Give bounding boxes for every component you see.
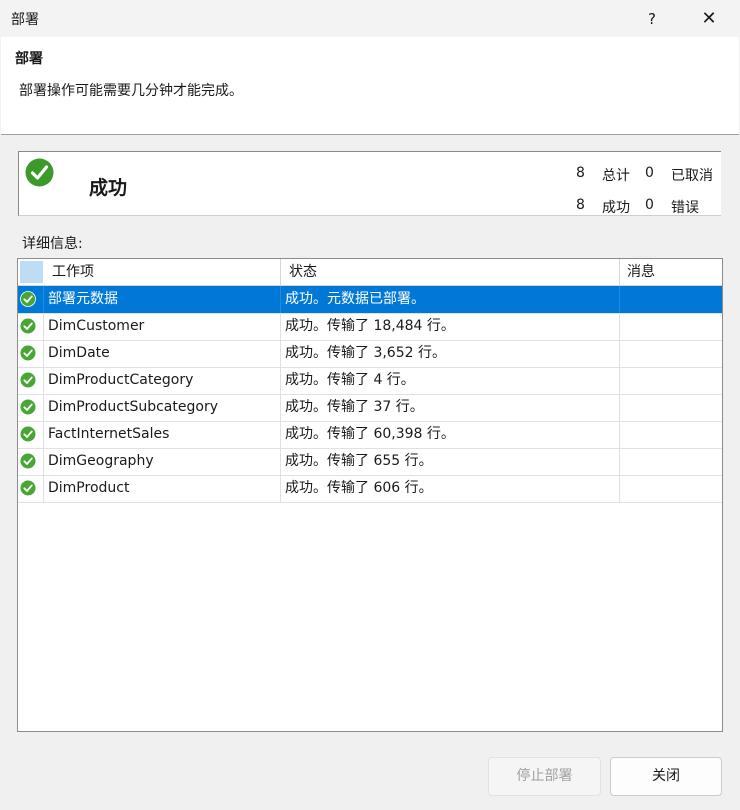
cell-status: 成功。传输了 606 行。 (285, 480, 433, 496)
cell-status: 成功。传输了 3,652 行。 (285, 345, 446, 361)
success-check-icon (20, 426, 36, 442)
details-label: 详细信息: (22, 236, 83, 252)
help-button[interactable]: ? (640, 6, 664, 32)
table-row[interactable]: DimProductCategory 成功。传输了 4 行。 (18, 367, 722, 395)
select-all-corner[interactable] (20, 261, 43, 283)
table-row[interactable]: DimProductSubcategory 成功。传输了 37 行。 (18, 394, 722, 422)
status-summary: 成功 8 总计 0 已取消 8 成功 0 错误 (18, 151, 721, 216)
cell-status: 成功。传输了 4 行。 (285, 372, 415, 388)
cell-status: 成功。传输了 655 行。 (285, 453, 433, 469)
cell-status: 成功。传输了 60,398 行。 (285, 426, 455, 442)
success-check-icon (20, 480, 36, 496)
cancelled-count: 0 (645, 165, 654, 181)
cell-status: 成功。传输了 18,484 行。 (285, 318, 455, 334)
cell-item: DimProductCategory (48, 372, 194, 388)
cell-item: DimCustomer (48, 318, 145, 334)
title-bar: 部署 ? ✕ (0, 0, 740, 37)
total-label: 总计 (602, 168, 630, 184)
error-count: 0 (645, 197, 654, 213)
success-check-icon (20, 399, 36, 415)
table-row[interactable]: DimCustomer 成功。传输了 18,484 行。 (18, 313, 722, 341)
header-panel: 部署 部署操作可能需要几分钟才能完成。 (1, 37, 739, 135)
success-check-icon (20, 453, 36, 469)
cell-status: 成功。元数据已部署。 (285, 291, 425, 307)
success-check-icon (20, 345, 36, 361)
table-row[interactable]: DimProduct 成功。传输了 606 行。 (18, 475, 722, 503)
stop-deploy-button[interactable]: 停止部署 (488, 757, 601, 796)
close-button[interactable]: 关闭 (610, 757, 722, 796)
success-check-icon (25, 158, 54, 187)
column-header-item[interactable]: 工作项 (52, 259, 94, 285)
cell-status: 成功。传输了 37 行。 (285, 399, 424, 415)
cell-item: DimGeography (48, 453, 154, 469)
header-description: 部署操作可能需要几分钟才能完成。 (19, 83, 243, 99)
success-check-icon (20, 291, 36, 307)
table-row[interactable]: DimDate 成功。传输了 3,652 行。 (18, 340, 722, 368)
table-row[interactable]: DimGeography 成功。传输了 655 行。 (18, 448, 722, 476)
cell-item: 部署元数据 (48, 291, 118, 307)
details-grid[interactable]: 工作项 状态 消息 部署元数据 成功。元数据已部署。 DimCustomer 成功。传… (17, 258, 723, 732)
success-check-icon (20, 372, 36, 388)
grid-header: 工作项 状态 消息 (18, 259, 722, 286)
cell-item: DimDate (48, 345, 110, 361)
success-count: 8 (576, 197, 585, 213)
close-window-button[interactable]: ✕ (696, 6, 722, 32)
error-label: 错误 (671, 200, 699, 216)
table-row[interactable]: 部署元数据 成功。元数据已部署。 (18, 286, 722, 314)
column-header-status[interactable]: 状态 (289, 259, 317, 285)
status-text: 成功 (89, 177, 128, 199)
success-check-icon (20, 318, 36, 334)
cell-item: FactInternetSales (48, 426, 170, 442)
header-title: 部署 (15, 51, 43, 67)
cell-item: DimProduct (48, 480, 130, 496)
column-header-message[interactable]: 消息 (627, 259, 655, 285)
table-row[interactable]: FactInternetSales 成功。传输了 60,398 行。 (18, 421, 722, 449)
success-label: 成功 (602, 200, 630, 216)
total-count: 8 (576, 165, 585, 181)
cancelled-label: 已取消 (671, 168, 713, 184)
window-title: 部署 (11, 12, 39, 28)
cell-item: DimProductSubcategory (48, 399, 218, 415)
